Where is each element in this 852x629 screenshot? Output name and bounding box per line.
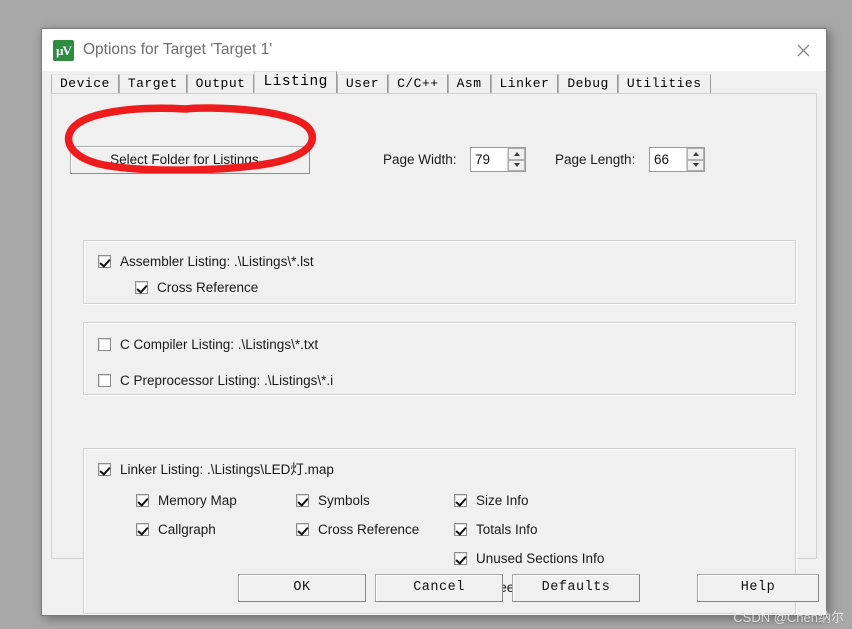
- linker-option-callgraph-checkbox[interactable]: [136, 523, 149, 536]
- tab-listing[interactable]: Listing: [254, 71, 337, 93]
- tab-utilities[interactable]: Utilities: [617, 74, 711, 93]
- c-preprocessor-listing-label: C Preprocessor Listing: .\Listings\*.i: [120, 373, 334, 388]
- linker-option-size-info-checkbox[interactable]: [454, 494, 467, 507]
- assembler-listing-checkbox[interactable]: [98, 255, 111, 268]
- linker-listing-checkbox-row[interactable]: Linker Listing: .\Listings\LED灯.map: [98, 462, 334, 477]
- page-length-stepper[interactable]: 66: [649, 147, 705, 172]
- title-bar: µV Options for Target 'Target 1': [42, 29, 826, 71]
- uvision-logo-glyph: µV: [56, 42, 72, 58]
- tab-device[interactable]: Device: [51, 74, 119, 93]
- uvision-logo-icon: µV: [53, 39, 74, 61]
- c-compiler-listing-checkbox-row[interactable]: C Compiler Listing: .\Listings\*.txt: [98, 337, 318, 352]
- tab-output[interactable]: Output: [186, 74, 255, 93]
- linker-listing-checkbox[interactable]: [98, 463, 111, 476]
- linker-option-totals-info-row[interactable]: Totals Info: [454, 522, 538, 537]
- tab-user[interactable]: User: [336, 74, 389, 93]
- linker-option-callgraph-row[interactable]: Callgraph: [136, 522, 216, 537]
- page-width-spin-buttons: [507, 148, 525, 171]
- options-dialog: µV Options for Target 'Target 1' Device …: [41, 28, 827, 616]
- c-preprocessor-listing-checkbox-row[interactable]: C Preprocessor Listing: .\Listings\*.i: [98, 373, 333, 388]
- linker-option-unused-sections-info-row[interactable]: Unused Sections Info: [454, 551, 604, 566]
- tab-asm[interactable]: Asm: [447, 74, 491, 93]
- assembler-cross-reference-checkbox-row[interactable]: Cross Reference: [135, 280, 258, 295]
- select-folder-button[interactable]: Select Folder for Listings...: [70, 146, 310, 174]
- page-width-stepper[interactable]: 79: [470, 147, 526, 172]
- help-button[interactable]: Help: [697, 574, 819, 602]
- window-title: Options for Target 'Target 1': [83, 41, 273, 58]
- linker-option-cross-reference-label: Cross Reference: [318, 522, 420, 537]
- linker-option-cross-reference-checkbox[interactable]: [296, 523, 309, 536]
- ok-button[interactable]: OK: [238, 574, 366, 602]
- assembler-listing-label: Assembler Listing: .\Listings\*.lst: [120, 254, 314, 269]
- listing-tab-panel: Select Folder for Listings... Page Width…: [51, 93, 817, 614]
- assembler-cross-reference-label: Cross Reference: [157, 280, 259, 295]
- page-width-input[interactable]: 79: [471, 148, 507, 171]
- linker-option-cross-reference-row[interactable]: Cross Reference: [296, 522, 419, 537]
- linker-option-symbols-label: Symbols: [318, 493, 370, 508]
- linker-option-callgraph-label: Callgraph: [158, 522, 216, 537]
- page-length-spin-buttons: [686, 148, 704, 171]
- assembler-listing-group: Assembler Listing: .\Listings\*.lst Cros…: [83, 240, 796, 304]
- csdn-watermark: CSDN @Chen纳尔: [733, 610, 844, 625]
- c-compiler-listing-label: C Compiler Listing: .\Listings\*.txt: [120, 337, 319, 352]
- linker-option-memory-map-label: Memory Map: [158, 493, 237, 508]
- close-icon[interactable]: [780, 29, 826, 71]
- defaults-button[interactable]: Defaults: [512, 574, 640, 602]
- assembler-cross-reference-checkbox[interactable]: [135, 281, 148, 294]
- tab-debug[interactable]: Debug: [558, 74, 618, 93]
- page-width-label: Page Width:: [383, 152, 457, 167]
- tab-target[interactable]: Target: [118, 74, 187, 93]
- linker-option-unused-sections-info-checkbox[interactable]: [454, 552, 467, 565]
- linker-option-memory-map-checkbox[interactable]: [136, 494, 149, 507]
- listing-top-row: Select Folder for Listings... Page Width…: [52, 146, 816, 176]
- page-width-spin-down-icon[interactable]: [508, 159, 525, 171]
- linker-option-symbols-row[interactable]: Symbols: [296, 493, 370, 508]
- cancel-button[interactable]: Cancel: [375, 574, 503, 602]
- linker-option-totals-info-label: Totals Info: [476, 522, 538, 537]
- page-length-label: Page Length:: [555, 152, 636, 167]
- linker-option-size-info-row[interactable]: Size Info: [454, 493, 529, 508]
- tab-strip: Device Target Output Listing User C/C++ …: [51, 71, 817, 93]
- page-width-spin-up-icon[interactable]: [508, 148, 525, 160]
- linker-option-unused-sections-info-label: Unused Sections Info: [476, 551, 605, 566]
- c-listing-group: C Compiler Listing: .\Listings\*.txt C P…: [83, 322, 796, 395]
- page-length-spin-down-icon[interactable]: [687, 159, 704, 171]
- page-length-spin-up-icon[interactable]: [687, 148, 704, 160]
- tab-c-cpp[interactable]: C/C++: [388, 74, 448, 93]
- linker-option-size-info-label: Size Info: [476, 493, 529, 508]
- assembler-listing-checkbox-row[interactable]: Assembler Listing: .\Listings\*.lst: [98, 254, 314, 269]
- c-preprocessor-listing-checkbox[interactable]: [98, 374, 111, 387]
- tab-linker[interactable]: Linker: [490, 74, 559, 93]
- linker-option-symbols-checkbox[interactable]: [296, 494, 309, 507]
- page-length-input[interactable]: 66: [650, 148, 686, 171]
- linker-listing-label: Linker Listing: .\Listings\LED灯.map: [120, 462, 334, 477]
- c-compiler-listing-checkbox[interactable]: [98, 338, 111, 351]
- linker-option-totals-info-checkbox[interactable]: [454, 523, 467, 536]
- linker-option-memory-map-row[interactable]: Memory Map: [136, 493, 237, 508]
